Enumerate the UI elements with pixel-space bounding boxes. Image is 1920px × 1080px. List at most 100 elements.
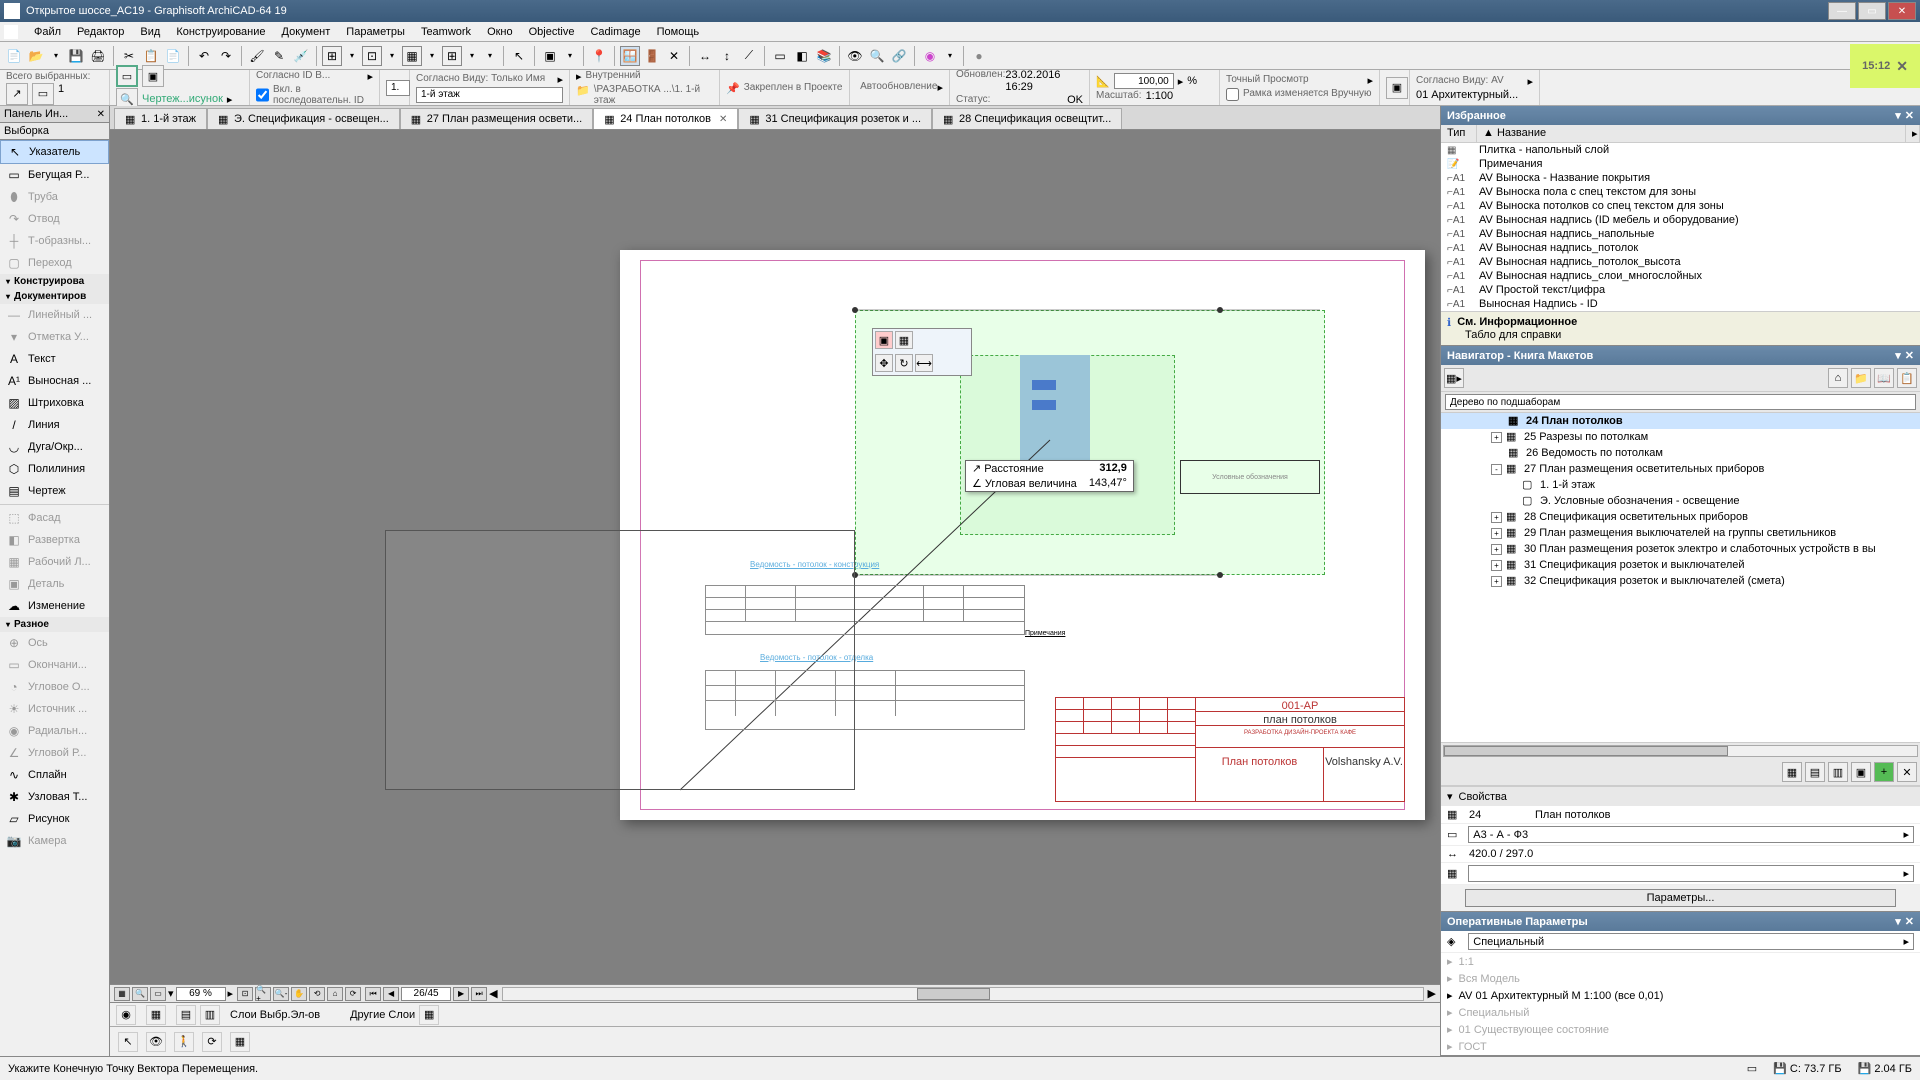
seq-checkbox[interactable] <box>256 84 269 106</box>
undo-icon[interactable]: ↶ <box>194 46 214 66</box>
qb-5[interactable]: ▦ <box>230 1032 250 1052</box>
qb-2[interactable]: 👁 <box>146 1032 166 1052</box>
close-win-icon[interactable]: ✕ <box>664 46 684 66</box>
zoom-icon-2[interactable]: 🔍 <box>132 987 148 1001</box>
favorite-item[interactable]: ⌐A1AV Выносная надпись (ID мебель и обор… <box>1441 213 1920 227</box>
favorite-item[interactable]: ⌐A1Выносная Надпись - ID <box>1441 297 1920 311</box>
favorite-item[interactable]: ⌐A1AV Выносная надпись_потолок <box>1441 241 1920 255</box>
hand-icon[interactable]: ✋ <box>291 987 307 1001</box>
menu-objective[interactable]: Objective <box>521 24 583 40</box>
menu-конструирование[interactable]: Конструирование <box>168 24 273 40</box>
open-icon[interactable]: 📂 <box>26 46 46 66</box>
tool-item[interactable]: ▭Окончани... <box>0 654 109 676</box>
nav-del-icon[interactable]: ✕ <box>1897 762 1917 782</box>
open-dropdown[interactable]: ▾ <box>48 46 64 66</box>
grid2-dropdown[interactable]: ▾ <box>464 46 480 66</box>
op-item[interactable]: ▸Специальный <box>1441 1004 1920 1021</box>
draw-dropdown[interactable]: ▸ <box>227 93 233 106</box>
tree-item[interactable]: ▦24 План потолков <box>1441 413 1920 429</box>
tab[interactable]: ▦31 Спецификация розеток и ... <box>738 108 932 129</box>
floor-input[interactable] <box>416 87 563 103</box>
cube-dropdown[interactable]: ▾ <box>562 46 578 66</box>
sel-btn-1[interactable]: ↗ <box>6 83 28 105</box>
tool-item[interactable]: ↷Отвод <box>0 208 109 230</box>
align-dropdown[interactable]: ▾ <box>344 46 360 66</box>
id-input[interactable] <box>386 80 410 96</box>
menu-параметры[interactable]: Параметры <box>338 24 413 40</box>
pencil-icon[interactable]: ✎ <box>269 46 289 66</box>
nav-mode-icon[interactable]: ▦▸ <box>1444 368 1464 388</box>
template-dropdown[interactable]: ▸ <box>1468 865 1914 882</box>
tree-item[interactable]: -▦27 План размещения осветительных прибо… <box>1441 461 1920 477</box>
door-icon[interactable]: 🚪 <box>642 46 662 66</box>
favorite-item[interactable]: ⌐A1AV Выносная надпись_потолок_высота <box>1441 255 1920 269</box>
tab[interactable]: ▦27 План размещения освети... <box>400 108 593 129</box>
op-item[interactable]: ▸01 Существующее состояние <box>1441 1021 1920 1038</box>
favorite-item[interactable]: ⌐A1AV Выноска потолков со спец текстом д… <box>1441 199 1920 213</box>
properties-button[interactable]: Параметры... <box>1465 889 1896 907</box>
tab-close-icon[interactable]: ✕ <box>719 114 727 125</box>
props-collapse[interactable]: ▾ <box>1447 790 1453 803</box>
nav-dropdown[interactable]: ▾ <box>168 987 174 1000</box>
tree-item[interactable]: ▢1. 1-й этаж <box>1441 477 1920 493</box>
special-dropdown[interactable]: Специальный▸ <box>1468 933 1914 950</box>
qb-3[interactable]: 🚶 <box>174 1032 194 1052</box>
zoom-in-icon[interactable]: 🔍+ <box>255 987 271 1001</box>
tool-item[interactable]: ☀Источник ... <box>0 698 109 720</box>
fav-menu-icon[interactable]: ▾ <box>1895 109 1901 122</box>
prev-zoom-icon[interactable]: ⟲ <box>309 987 325 1001</box>
dim-h-icon[interactable]: ↔ <box>695 46 715 66</box>
op-item[interactable]: ▸ГОСТ <box>1441 1038 1920 1055</box>
format-dropdown[interactable]: А3 - А - Ф3▸ <box>1468 826 1914 843</box>
last-page[interactable]: ⏭ <box>471 987 487 1001</box>
new-icon[interactable]: 📄 <box>4 46 24 66</box>
tree-item[interactable]: +▦32 Спецификация розеток и выключателей… <box>1441 573 1920 589</box>
tool-item[interactable]: ◉Радиальн... <box>0 720 109 742</box>
rect-icon[interactable]: ▭ <box>770 46 790 66</box>
tree-expand-icon[interactable]: + <box>1491 512 1502 523</box>
tree-item[interactable]: +▦25 Разрезы по потолкам <box>1441 429 1920 445</box>
snap-dropdown[interactable]: ▾ <box>384 46 400 66</box>
tool-item[interactable]: ⬮Труба <box>0 186 109 208</box>
nav-list-icon[interactable]: 📋 <box>1897 368 1917 388</box>
op-item[interactable]: ▸1:1 <box>1441 953 1920 970</box>
menu-cadimage[interactable]: Cadimage <box>582 24 648 40</box>
tree-item[interactable]: +▦31 Спецификация розеток и выключателей <box>1441 557 1920 573</box>
menu-помощь[interactable]: Помощь <box>649 24 708 40</box>
tab[interactable]: ▦1. 1-й этаж <box>114 108 207 129</box>
dropper-icon[interactable]: 💉 <box>291 46 311 66</box>
cut-icon[interactable]: ✂ <box>119 46 139 66</box>
nav-btn-3[interactable]: ▥ <box>1828 762 1848 782</box>
menu-документ[interactable]: Документ <box>274 24 339 40</box>
minimize-button[interactable]: — <box>1828 2 1856 20</box>
nav-btn-1[interactable]: ▦ <box>1782 762 1802 782</box>
tree-expand-icon[interactable]: + <box>1491 560 1502 571</box>
prev-page[interactable]: ◀ <box>383 987 399 1001</box>
h-scrollbar[interactable] <box>502 987 1424 1001</box>
pin-icon[interactable]: 📍 <box>589 46 609 66</box>
op-item[interactable]: ▸AV 01 Архитектурный М 1:100 (все 0,01) <box>1441 987 1920 1004</box>
nav-search[interactable] <box>1445 394 1916 410</box>
layers-icon[interactable]: 📚 <box>814 46 834 66</box>
tree-expand-icon[interactable]: + <box>1491 528 1502 539</box>
fav-close-icon[interactable]: ✕ <box>1905 109 1914 122</box>
tab[interactable]: ▦Э. Спецификация - освещен... <box>207 108 400 129</box>
canvas-tool-1[interactable]: ▣ <box>875 331 893 349</box>
tool-item[interactable]: ▱Рисунок <box>0 808 109 830</box>
tool-item[interactable]: ▢Переход <box>0 252 109 274</box>
canvas-tool-5[interactable]: ⟷ <box>915 354 933 372</box>
tool-item[interactable]: ▣Деталь <box>0 573 109 595</box>
tool-section[interactable]: Конструирова <box>0 274 109 289</box>
zoom-icon-1[interactable]: ▦ <box>114 987 130 1001</box>
menu-редактор[interactable]: Редактор <box>69 24 132 40</box>
tool-item[interactable]: /Линия <box>0 414 109 436</box>
favorite-item[interactable]: ⌐A1AV Выносная надпись_слои_многослойных <box>1441 269 1920 283</box>
tree-item[interactable]: +▦28 Спецификация осветительных приборов <box>1441 509 1920 525</box>
tree-item[interactable]: ▢Э. Условные обозначения - освещение <box>1441 493 1920 509</box>
grid-dropdown[interactable]: ▾ <box>424 46 440 66</box>
sphere-icon[interactable]: ● <box>969 46 989 66</box>
tool-item[interactable]: ☁Изменение <box>0 595 109 617</box>
page-counter[interactable] <box>401 987 451 1001</box>
draw-icon-2[interactable]: ▣ <box>142 65 164 87</box>
tool-item[interactable]: AТекст <box>0 348 109 370</box>
